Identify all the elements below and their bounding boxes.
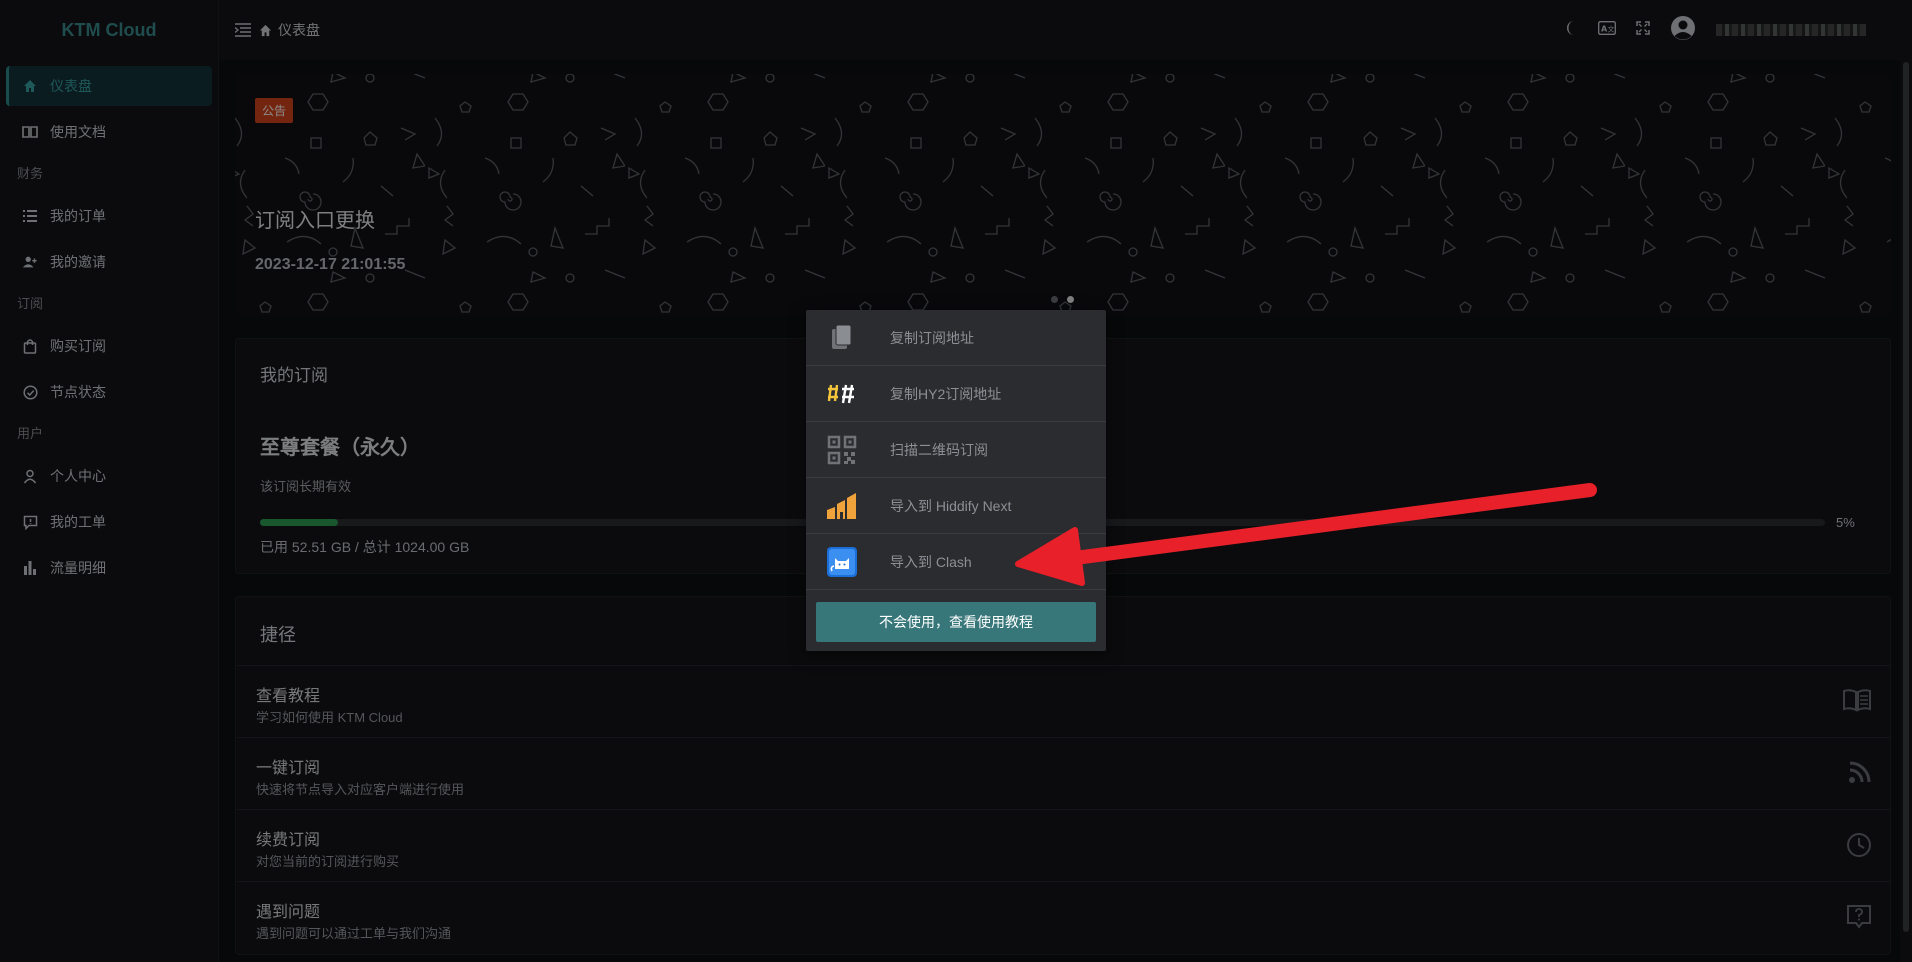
hiddify-icon [824,488,860,524]
popup-copy-hy2-url[interactable]: 复制HY2订阅地址 [806,366,1106,422]
copy-icon [824,320,860,356]
popup-item-label: 复制订阅地址 [890,329,974,346]
clash-cat-icon [824,544,860,580]
popup-item-label: 导入到 Hiddify Next [890,497,1012,514]
popup-scan-qrcode[interactable]: 扫描二维码订阅 [806,422,1106,478]
popup-item-label: 扫描二维码订阅 [890,441,988,458]
hy2-icon [824,376,860,412]
view-tutorial-button[interactable]: 不会使用，查看使用教程 [816,602,1096,642]
subscribe-popup: 复制订阅地址 复制HY2订阅地址 扫描二维码订阅 导入到 Hiddify Nex… [806,310,1106,651]
popup-copy-subscription-url[interactable]: 复制订阅地址 [806,310,1106,366]
popup-item-label: 导入到 Clash [890,553,972,570]
qrcode-icon [824,432,860,468]
popup-item-label: 复制HY2订阅地址 [890,385,1002,402]
popup-import-hiddify[interactable]: 导入到 Hiddify Next [806,478,1106,534]
popup-import-clash[interactable]: 导入到 Clash [806,534,1106,590]
